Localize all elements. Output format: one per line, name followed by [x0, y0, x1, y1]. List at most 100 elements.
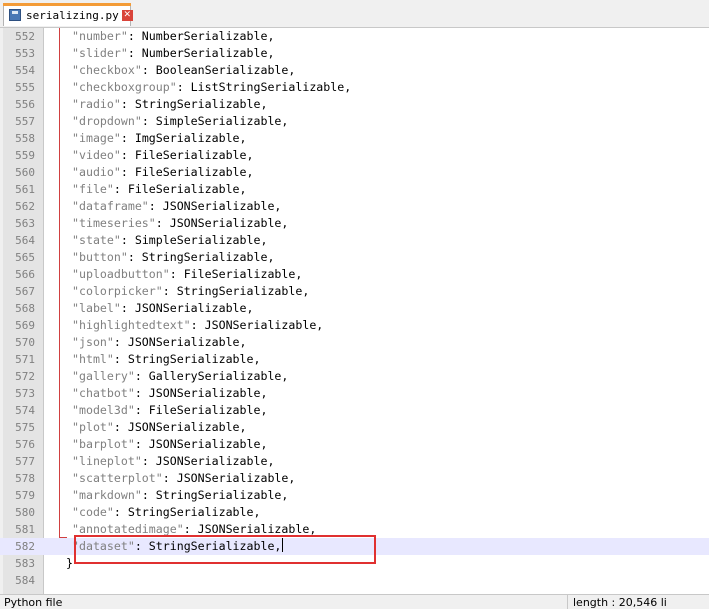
- code-line[interactable]: 559 "video": FileSerializable,: [0, 147, 709, 164]
- code-string-key: "highlightedtext": [72, 318, 191, 332]
- code-line[interactable]: 562 "dataframe": JSONSerializable,: [0, 198, 709, 215]
- code-text: "gallery": GallerySerializable,: [72, 368, 288, 385]
- line-number: 562: [15, 200, 35, 213]
- line-number: 565: [15, 251, 35, 264]
- line-number: 578: [15, 472, 35, 485]
- code-text: "timeseries": JSONSerializable,: [72, 215, 288, 232]
- code-text: "lineplot": JSONSerializable,: [72, 453, 274, 470]
- code-string-key: "model3d": [72, 403, 135, 417]
- code-value: : SimpleSerializable,: [120, 233, 268, 247]
- line-number: 582: [15, 540, 35, 553]
- code-text: "number": NumberSerializable,: [72, 28, 274, 45]
- line-number: 570: [15, 336, 35, 349]
- line-number: 563: [15, 217, 35, 230]
- code-line[interactable]: 554 "checkbox": BooleanSerializable,: [0, 62, 709, 79]
- code-value: : GallerySerializable,: [134, 369, 289, 383]
- code-line[interactable]: 579 "markdown": StringSerializable,: [0, 487, 709, 504]
- code-value: : SimpleSerializable,: [141, 114, 289, 128]
- status-separator: [567, 595, 568, 609]
- code-text: "html": StringSerializable,: [72, 351, 260, 368]
- code-line[interactable]: 576 "barplot": JSONSerializable,: [0, 436, 709, 453]
- code-line[interactable]: 557 "dropdown": SimpleSerializable,: [0, 113, 709, 130]
- code-line[interactable]: 560 "audio": FileSerializable,: [0, 164, 709, 181]
- close-icon[interactable]: ✕: [121, 9, 133, 21]
- code-line[interactable]: 572 "gallery": GallerySerializable,: [0, 368, 709, 385]
- tab-serializing-py[interactable]: serializing.py ✕: [3, 3, 133, 26]
- code-line[interactable]: 563 "timeseries": JSONSerializable,: [0, 215, 709, 232]
- code-string-key: "plot": [72, 420, 114, 434]
- code-line[interactable]: 567 "colorpicker": StringSerializable,: [0, 283, 709, 300]
- line-number: 575: [15, 421, 35, 434]
- code-line[interactable]: 574 "model3d": FileSerializable,: [0, 402, 709, 419]
- code-string-key: "dropdown": [72, 114, 142, 128]
- code-value: : JSONSerializable,: [113, 420, 247, 434]
- code-string-key: "checkbox": [72, 63, 142, 77]
- code-text: "markdown": StringSerializable,: [72, 487, 288, 504]
- code-line[interactable]: 584: [0, 572, 709, 589]
- code-string-key: "barplot": [72, 437, 135, 451]
- code-text: "state": SimpleSerializable,: [72, 232, 267, 249]
- code-value: : JSONSerializable,: [155, 216, 289, 230]
- code-text: "chatbot": JSONSerializable,: [72, 385, 267, 402]
- code-line[interactable]: 565 "button": StringSerializable,: [0, 249, 709, 266]
- tab-bar: serializing.py ✕: [0, 0, 709, 28]
- line-number: 583: [15, 557, 35, 570]
- code-line[interactable]: 564 "state": SimpleSerializable,: [0, 232, 709, 249]
- line-number: 580: [15, 506, 35, 519]
- code-line[interactable]: 555 "checkboxgroup": ListStringSerializab…: [0, 79, 709, 96]
- code-line[interactable]: 553 "slider": NumberSerializable,: [0, 45, 709, 62]
- code-line[interactable]: 558 "image": ImgSerializable,: [0, 130, 709, 147]
- code-text: "slider": NumberSerializable,: [72, 45, 274, 62]
- status-length: length : 20,546 li: [573, 596, 667, 609]
- code-text: "barplot": JSONSerializable,: [72, 436, 267, 453]
- code-value: : FileSerializable,: [169, 267, 303, 281]
- code-line[interactable]: 568 "label": JSONSerializable,: [0, 300, 709, 317]
- code-line[interactable]: 552 "number": NumberSerializable,: [0, 28, 709, 45]
- code-value: : StringSerializable,: [113, 505, 261, 519]
- line-number: 556: [15, 98, 35, 111]
- code-value: : StringSerializable,: [127, 250, 275, 264]
- line-number: 576: [15, 438, 35, 451]
- code-text: "plot": JSONSerializable,: [72, 419, 247, 436]
- code-string-key: "radio": [72, 97, 121, 111]
- code-string-key: "dataframe": [72, 199, 149, 213]
- line-number: 572: [15, 370, 35, 383]
- code-line[interactable]: 569 "highlightedtext": JSONSerializable,: [0, 317, 709, 334]
- fold-marker-line: [59, 28, 60, 538]
- code-string-key: "timeseries": [72, 216, 156, 230]
- code-editor[interactable]: 552 "number": NumberSerializable, 553 "slid…: [0, 28, 709, 594]
- code-string-key: "audio": [72, 165, 121, 179]
- line-number: 560: [15, 166, 35, 179]
- code-line[interactable]: 577 "lineplot": JSONSerializable,: [0, 453, 709, 470]
- code-string-key: "html": [72, 352, 114, 366]
- code-string-key: "state": [72, 233, 121, 247]
- code-string-key: "uploadbutton": [72, 267, 170, 281]
- code-line[interactable]: 571 "html": StringSerializable,: [0, 351, 709, 368]
- line-number: 564: [15, 234, 35, 247]
- code-value: : ImgSerializable,: [120, 131, 247, 145]
- line-number: 581: [15, 523, 35, 536]
- code-line[interactable]: 573 "chatbot": JSONSerializable,: [0, 385, 709, 402]
- code-line[interactable]: 570 "json": JSONSerializable,: [0, 334, 709, 351]
- code-text: "json": JSONSerializable,: [72, 334, 247, 351]
- code-line[interactable]: 580 "code": StringSerializable,: [0, 504, 709, 521]
- code-string-key: "checkboxgroup": [72, 80, 177, 94]
- code-value: : FileSerializable,: [113, 182, 247, 196]
- code-text: "colorpicker": StringSerializable,: [72, 283, 309, 300]
- code-line[interactable]: 561 "file": FileSerializable,: [0, 181, 709, 198]
- line-number: 577: [15, 455, 35, 468]
- code-line[interactable]: 556 "radio": StringSerializable,: [0, 96, 709, 113]
- code-line[interactable]: 566 "uploadbutton": FileSerializable,: [0, 266, 709, 283]
- code-value: : StringSerializable,: [120, 97, 268, 111]
- line-number: 561: [15, 183, 35, 196]
- code-value: : BooleanSerializable,: [141, 63, 296, 77]
- annotation-highlight-box: [74, 535, 376, 564]
- code-value: }: [66, 556, 73, 570]
- code-string-key: "code": [72, 505, 114, 519]
- code-string-key: "gallery": [72, 369, 135, 383]
- code-line[interactable]: 578 "scatterplot": JSONSerializable,: [0, 470, 709, 487]
- code-line[interactable]: 575 "plot": JSONSerializable,: [0, 419, 709, 436]
- line-number: 566: [15, 268, 35, 281]
- code-value: : NumberSerializable,: [127, 29, 275, 43]
- code-value: : StringSerializable,: [162, 284, 310, 298]
